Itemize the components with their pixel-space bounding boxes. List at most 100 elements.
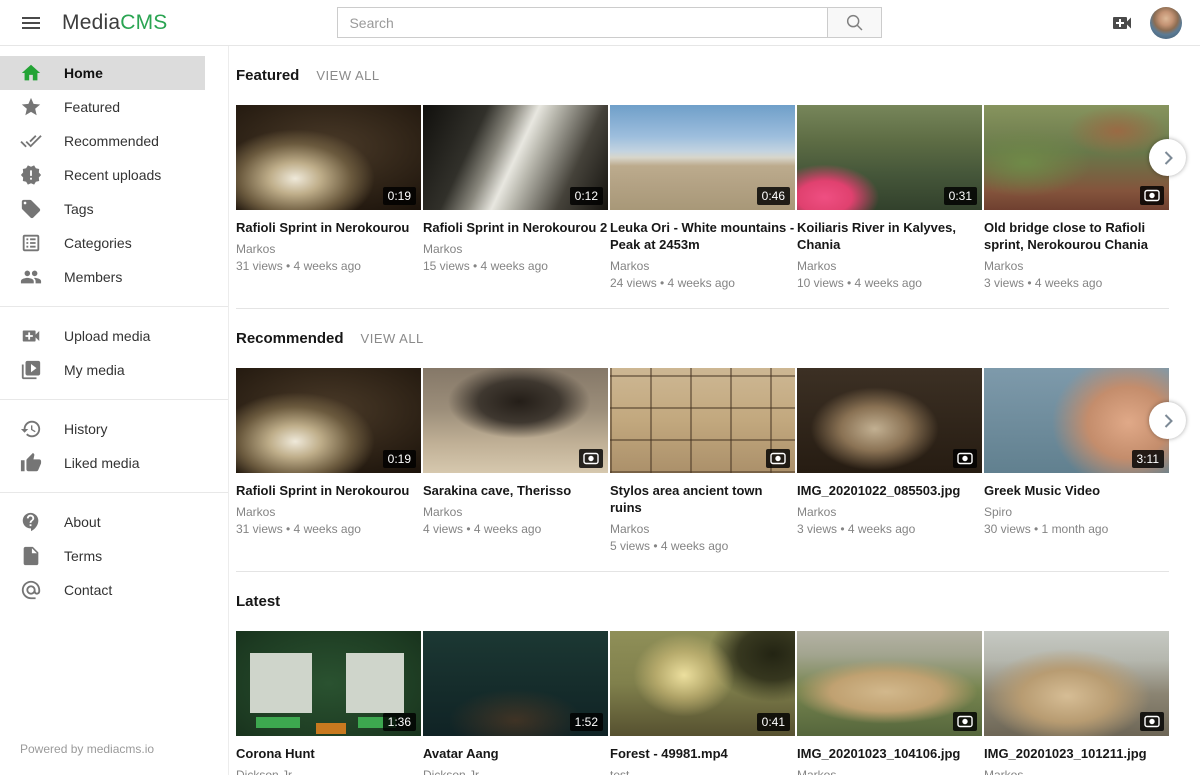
search-input[interactable] (337, 7, 827, 38)
card-row: 1:36 Corona Hunt Dickson Jr. 6 views • 4… (236, 631, 1169, 775)
media-author[interactable]: Markos (236, 505, 421, 519)
user-avatar[interactable] (1150, 7, 1182, 39)
sidebar-item-recommended[interactable]: Recommended (0, 124, 205, 158)
media-title[interactable]: IMG_20201023_101211.jpg (984, 745, 1169, 762)
duration-badge: 3:11 (1132, 450, 1164, 468)
media-title[interactable]: Rafioli Sprint in Nerokourou (236, 482, 421, 499)
sidebar-item-categories[interactable]: Categories (0, 226, 205, 260)
media-thumbnail[interactable]: 0:31 (797, 105, 982, 210)
media-author[interactable]: Markos (423, 505, 608, 519)
sidebar-item-tags[interactable]: Tags (0, 192, 205, 226)
sidebar-item-my-media[interactable]: My media (0, 353, 205, 387)
sidebar-item-upload-media[interactable]: Upload media (0, 319, 205, 353)
media-thumbnail[interactable]: 1:52 (423, 631, 608, 736)
sidebar-item-label: Tags (64, 201, 94, 217)
media-author[interactable]: test (610, 768, 795, 775)
section-divider (236, 308, 1169, 309)
media-card-text: Rafioli Sprint in Nerokourou Markos 31 v… (236, 219, 421, 293)
media-author[interactable]: Markos (610, 522, 795, 536)
media-card: 0:46 Leuka Ori - White mountains - Peak … (610, 105, 795, 293)
media-title[interactable]: IMG_20201023_104106.jpg (797, 745, 982, 762)
media-author[interactable]: Dickson Jr. (423, 768, 608, 775)
media-author[interactable]: Markos (797, 259, 982, 273)
media-thumbnail[interactable]: 0:41 (610, 631, 795, 736)
media-title[interactable]: Rafioli Sprint in Nerokourou 2 (423, 219, 608, 236)
duration-badge: 0:19 (383, 450, 416, 468)
star-icon (20, 96, 42, 118)
media-author[interactable]: Markos (797, 505, 982, 519)
media-thumbnail[interactable] (423, 368, 608, 473)
media-meta: 15 views • 4 weeks ago (423, 259, 608, 273)
section-title: Latest (236, 593, 280, 610)
media-title[interactable]: Leuka Ori - White mountains - Peak at 24… (610, 219, 795, 253)
view-all-link[interactable]: VIEW ALL (316, 68, 379, 83)
history-icon (20, 418, 42, 440)
media-title[interactable]: Rafioli Sprint in Nerokourou (236, 219, 421, 236)
new-releases-icon (20, 164, 42, 186)
sidebar-item-terms[interactable]: Terms (0, 539, 205, 573)
media-thumbnail[interactable]: 0:46 (610, 105, 795, 210)
sidebar-item-label: History (64, 421, 108, 437)
media-author[interactable]: Markos (236, 242, 421, 256)
media-author[interactable]: Markos (610, 259, 795, 273)
media-thumbnail[interactable]: 0:12 (423, 105, 608, 210)
photo-badge (579, 449, 603, 468)
media-thumbnail[interactable] (797, 631, 982, 736)
powered-by-text[interactable]: Powered by mediacms.io (20, 742, 154, 756)
search-icon (844, 12, 866, 34)
camera-icon (770, 452, 786, 465)
sidebar-item-label: Home (64, 65, 103, 81)
media-section: Recommended VIEW ALL 0:19 Rafioli Sprint… (236, 330, 1169, 572)
media-title[interactable]: IMG_20201022_085503.jpg (797, 482, 982, 499)
media-author[interactable]: Markos (984, 259, 1169, 273)
media-thumbnail[interactable]: 3:11 (984, 368, 1169, 473)
media-title[interactable]: Old bridge close to Rafioli sprint, Nero… (984, 219, 1169, 253)
media-author[interactable]: Markos (797, 768, 982, 775)
main-content: Featured VIEW ALL 0:19 Rafioli Sprint in… (230, 46, 1200, 775)
media-author[interactable]: Markos (984, 768, 1169, 775)
media-title[interactable]: Stylos area ancient town ruins (610, 482, 795, 516)
media-thumbnail[interactable] (610, 368, 795, 473)
media-card-text: IMG_20201022_085503.jpg Markos 3 views •… (797, 482, 982, 556)
sidebar-item-members[interactable]: Members (0, 260, 205, 294)
media-thumbnail[interactable] (984, 631, 1169, 736)
sidebar-item-recent-uploads[interactable]: Recent uploads (0, 158, 205, 192)
media-meta: 24 views • 4 weeks ago (610, 276, 795, 290)
sidebar-item-label: Recommended (64, 133, 159, 149)
sidebar-item-about[interactable]: About (0, 505, 205, 539)
chevron-right-icon (1156, 146, 1180, 170)
media-title[interactable]: Avatar Aang (423, 745, 608, 762)
media-author[interactable]: Spiro (984, 505, 1169, 519)
media-title[interactable]: Greek Music Video (984, 482, 1169, 499)
media-thumbnail[interactable]: 0:19 (236, 105, 421, 210)
menu-icon[interactable] (19, 11, 43, 35)
media-title[interactable]: Koiliaris River in Kalyves, Chania (797, 219, 982, 253)
view-all-link[interactable]: VIEW ALL (361, 331, 424, 346)
sidebar-item-label: About (64, 514, 101, 530)
media-thumbnail[interactable] (984, 105, 1169, 210)
upload-media-icon[interactable] (1109, 11, 1135, 35)
media-title[interactable]: Corona Hunt (236, 745, 421, 762)
carousel-next-button[interactable] (1149, 139, 1186, 176)
search-button[interactable] (827, 7, 882, 38)
sidebar-item-featured[interactable]: Featured (0, 90, 205, 124)
people-icon (20, 266, 42, 288)
carousel-next-button[interactable] (1149, 402, 1186, 439)
media-card-text: Forest - 49981.mp4 test 17 views • 3 wee… (610, 745, 795, 775)
app-logo[interactable]: MediaCMS (62, 11, 167, 35)
media-thumbnail[interactable]: 0:19 (236, 368, 421, 473)
media-title[interactable]: Forest - 49981.mp4 (610, 745, 795, 762)
thumb-up-icon (20, 452, 42, 474)
media-title[interactable]: Sarakina cave, Therisso (423, 482, 608, 499)
sidebar-item-liked-media[interactable]: Liked media (0, 446, 205, 480)
logo-cms-text: CMS (120, 11, 167, 34)
media-author[interactable]: Dickson Jr. (236, 768, 421, 775)
media-card: IMG_20201022_085503.jpg Markos 3 views •… (797, 368, 982, 556)
media-thumbnail[interactable] (797, 368, 982, 473)
sidebar-item-contact[interactable]: Contact (0, 573, 205, 607)
media-thumbnail[interactable]: 1:36 (236, 631, 421, 736)
media-author[interactable]: Markos (423, 242, 608, 256)
media-card-text: Corona Hunt Dickson Jr. 6 views • 4 days… (236, 745, 421, 775)
sidebar-item-history[interactable]: History (0, 412, 205, 446)
sidebar-item-home[interactable]: Home (0, 56, 205, 90)
